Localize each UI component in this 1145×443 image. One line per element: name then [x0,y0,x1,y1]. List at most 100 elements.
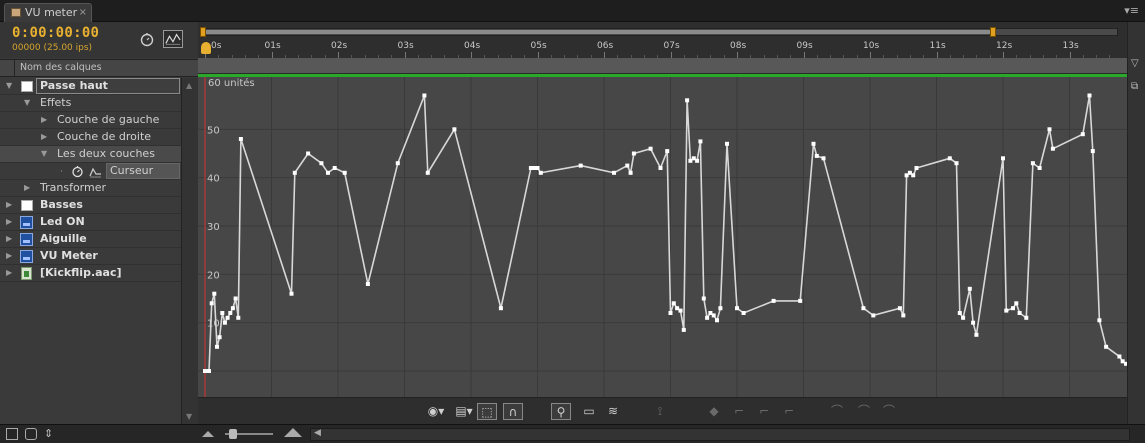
keyframe-point[interactable] [612,170,616,175]
twirl-down-icon[interactable]: ▼ [6,78,12,94]
keyframe-point[interactable] [914,166,919,170]
keyframe-point[interactable] [741,311,746,315]
keyframe-point[interactable] [967,286,972,291]
keyframe-point[interactable] [685,98,690,103]
easy-ease-out-icon[interactable]: ⌒ [878,403,900,420]
twirl-down-icon[interactable]: ▼ [24,95,30,111]
keyframe-point[interactable] [233,296,238,301]
keyframe-point[interactable] [1037,166,1042,170]
keyframe-point[interactable] [821,156,826,161]
keyframe-point[interactable] [798,298,803,303]
keyframe-point[interactable] [725,141,729,146]
keyframe-point[interactable] [861,306,866,311]
keyframe-point[interactable] [954,161,959,166]
keyframe-point[interactable] [222,320,227,325]
comp-button-icon[interactable]: ⧉ [1131,81,1143,93]
keyframe-point[interactable] [217,335,222,340]
transform-box-icon[interactable]: ⬚ [477,403,497,420]
toggle-in-out-icon[interactable]: ⇕ [44,428,56,440]
close-tab-icon[interactable]: × [79,4,87,22]
keyframe-point[interactable] [711,313,716,318]
keyframe-point[interactable] [215,344,219,349]
keyframe-point[interactable] [1117,354,1122,359]
keyframe-point[interactable] [238,137,243,141]
twirl-right-icon[interactable]: ▶ [24,180,30,196]
keyframe-point[interactable] [1080,132,1085,137]
keyframe-point[interactable] [658,166,663,170]
keyframe-point[interactable] [365,282,370,286]
easy-ease-in-icon[interactable]: ⌒ [853,403,875,420]
keyframe-point[interactable] [319,161,324,166]
zoom-in-mountain-icon[interactable] [284,428,302,437]
keyframe-point[interactable] [961,315,966,320]
property-row-curseur[interactable]: · Curseur [0,163,181,180]
group-row-transformer[interactable]: ▶ Transformer [0,180,181,197]
keyframe-point[interactable] [1011,306,1015,311]
keyframe-point[interactable] [228,311,233,315]
layer-duration-bar[interactable] [198,58,1127,74]
edit-keyframe-icon[interactable]: ◆ [703,403,725,420]
keyframe-point[interactable] [422,93,427,98]
keyframe-point[interactable] [289,291,294,296]
keyframe-point[interactable] [538,170,543,175]
keyframe-point[interactable] [1104,344,1109,349]
current-time-indicator-head[interactable] [201,42,211,54]
keyframe-point[interactable] [695,158,700,163]
keyframe-point[interactable] [578,163,583,168]
keyframe-point[interactable] [718,306,723,311]
keyframe-point[interactable] [326,170,330,175]
keyframe-point[interactable] [701,296,706,301]
keyframe-point[interactable] [425,170,430,175]
keyframe-point[interactable] [203,369,207,373]
scroll-left-icon[interactable]: ◀ [314,428,321,438]
keyframe-point[interactable] [342,170,347,175]
work-area-end-handle[interactable] [990,27,996,37]
keyframe-point[interactable] [1017,311,1022,315]
zoom-slider-knob[interactable] [229,429,237,439]
graph-editor-toggle-icon[interactable] [163,30,183,48]
keyframe-point[interactable] [698,139,703,144]
toggle-transfer-icon[interactable] [25,428,37,440]
graph-editor[interactable]: 60 unités5040302010- [198,77,1132,397]
scroll-up-icon[interactable]: ▲ [186,81,192,90]
layer-row-passe-haut[interactable]: ▼ Passe haut [0,78,181,95]
graph-visibility-icon[interactable] [89,165,102,178]
keyframe-point[interactable] [292,170,297,175]
twirl-right-icon[interactable]: ▶ [6,248,12,264]
keyframe-point[interactable] [1087,93,1092,98]
keyframe-point[interactable] [1001,156,1005,161]
effect-row-couche-gauche[interactable]: ▶ Couche de gauche [0,112,181,129]
keyframe-point[interactable] [735,306,739,311]
keyframe-point[interactable] [225,315,230,320]
twirl-right-icon[interactable]: ▶ [41,112,47,128]
keyframe-point[interactable] [535,166,540,170]
keyframe-point[interactable] [974,332,979,337]
auto-bezier-icon[interactable]: ⌐ [778,403,800,420]
work-area-start-handle[interactable] [200,27,206,37]
twirl-right-icon[interactable]: ▶ [6,197,12,213]
keyframe-point[interactable] [665,149,670,154]
keyframe-point[interactable] [236,315,241,320]
zoom-in-triangle-icon[interactable]: ▽ [1131,58,1143,70]
keyframe-point[interactable] [212,291,217,296]
keyframe-point[interactable] [901,313,906,318]
auto-zoom-height-icon[interactable]: ⚲ [551,403,571,420]
keyframe-point[interactable] [1097,318,1102,323]
keyframe-point[interactable] [681,327,686,332]
keyframe-point[interactable] [631,151,636,156]
keyframe-point[interactable] [625,163,630,168]
timeline-horizontal-scrollbar[interactable]: ◀ [310,428,1130,441]
time-ruler[interactable]: 0s 01s 02s 03s 04s 05s 06s 07s 08s 09s 10s 11s 12s 13… [198,22,1127,58]
value-graph[interactable]: 60 unités5040302010- [198,77,1132,397]
keyframe-point[interactable] [957,311,962,315]
keyframe-point[interactable] [332,166,337,170]
show-properties-eye-icon[interactable]: ◉▾ [425,403,447,420]
layer-row-aiguille[interactable]: ▶ Aiguille [0,231,181,248]
tab-vu-meter[interactable]: VU meter × [4,3,92,22]
keyframe-point[interactable] [811,141,816,146]
graph-options-icon[interactable]: ▤▾ [453,403,475,420]
fit-selection-icon[interactable]: ▭ [578,403,600,420]
keyframe-point[interactable] [1047,127,1052,132]
separate-dimensions-icon[interactable]: ⟟ [649,403,671,420]
keyframe-point[interactable] [897,306,902,311]
